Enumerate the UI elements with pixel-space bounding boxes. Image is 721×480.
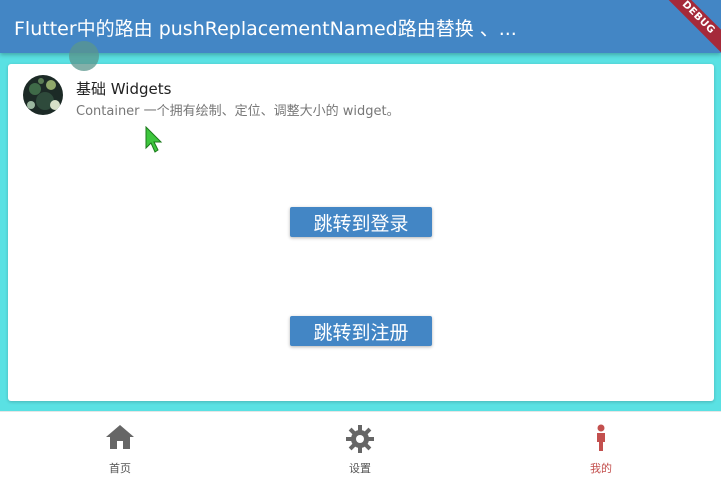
- cursor-icon: [145, 125, 165, 158]
- nav-item-home[interactable]: 首页: [0, 412, 240, 480]
- nav-label-profile: 我的: [590, 462, 612, 475]
- list-item-subtitle: Container 一个拥有绘制、定位、调整大小的 widget。: [76, 104, 400, 119]
- page-title: Flutter中的路由 pushReplacementNamed路由替换 、..…: [14, 18, 517, 40]
- list-item-title: 基础 Widgets: [76, 80, 172, 98]
- debug-label: DEBUG: [661, 0, 721, 56]
- debug-banner: DEBUG: [661, 0, 721, 60]
- app-bar: Flutter中的路由 pushReplacementNamed路由替换 、..…: [0, 0, 721, 53]
- content-card: 基础 Widgets Container 一个拥有绘制、定位、调整大小的 wid…: [8, 64, 714, 401]
- avatar: [23, 75, 63, 115]
- register-button[interactable]: 跳转到注册: [290, 316, 432, 346]
- nav-label-home: 首页: [109, 462, 131, 475]
- nav-label-settings: 设置: [349, 462, 371, 475]
- nav-item-settings[interactable]: 设置: [240, 412, 480, 480]
- home-icon: [105, 424, 135, 454]
- login-button[interactable]: 跳转到登录: [290, 207, 432, 237]
- avatar-image: [23, 75, 63, 115]
- nav-item-profile[interactable]: 我的: [481, 412, 721, 480]
- person-icon: [594, 424, 608, 456]
- bottom-navigation: 首页 设置 我的: [0, 411, 721, 480]
- touch-indicator: [69, 41, 99, 71]
- gear-icon: [345, 424, 375, 458]
